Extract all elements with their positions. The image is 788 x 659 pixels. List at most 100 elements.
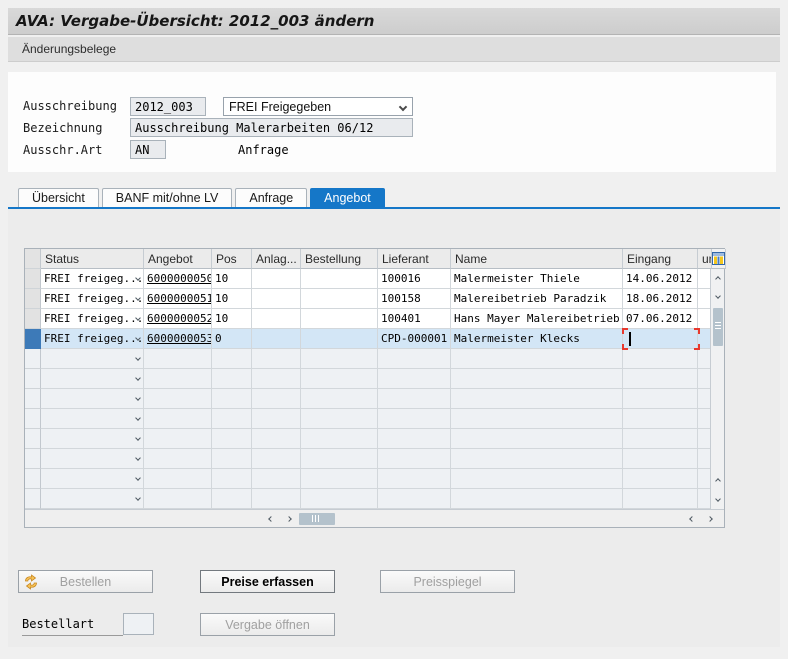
tab-strip: Übersicht BANF mit/ohne LV Anfrage Angeb…	[18, 188, 385, 207]
cell-status-dropdown[interactable]	[41, 489, 144, 509]
row-selector-selected[interactable]	[25, 329, 41, 349]
row-selector[interactable]	[25, 349, 41, 369]
cell-bestellung[interactable]	[301, 329, 378, 349]
scroll-up-button-bottom[interactable]	[711, 473, 725, 489]
cell-lieferant[interactable]: CPD-000001	[378, 329, 451, 349]
cell-angebot-link[interactable]: 6000000052	[144, 309, 212, 329]
bestellart-input[interactable]	[123, 613, 154, 635]
row-selector[interactable]	[25, 469, 41, 489]
vertical-scrollbar[interactable]	[710, 269, 724, 509]
row-selector[interactable]	[25, 489, 41, 509]
cell-eingang[interactable]: 14.06.2012	[623, 269, 698, 289]
cell-name[interactable]: Malereibetrieb Paradzik	[451, 289, 623, 309]
table-row: FREI freigeg... 6000000051 10 100158 Mal…	[25, 289, 724, 309]
header-lieferant[interactable]: Lieferant	[378, 249, 451, 269]
cell-angebot-link[interactable]: 6000000051	[144, 289, 212, 309]
header-bestellung[interactable]: Bestellung	[301, 249, 378, 269]
row-selector[interactable]	[25, 389, 41, 409]
row-selector[interactable]	[25, 309, 41, 329]
cell-status-dropdown[interactable]: FREI freigeg...	[41, 269, 144, 289]
preisspiegel-button[interactable]: Preisspiegel	[380, 570, 515, 593]
row-selector[interactable]	[25, 409, 41, 429]
bestellen-button[interactable]: Bestellen	[18, 570, 153, 593]
cell-status-dropdown[interactable]	[41, 409, 144, 429]
tab-uebersicht[interactable]: Übersicht	[18, 188, 99, 207]
cell-status-dropdown[interactable]	[41, 369, 144, 389]
horizontal-scrollbar[interactable]	[25, 509, 724, 527]
cell-status-dropdown[interactable]	[41, 429, 144, 449]
cell-anlage[interactable]	[252, 309, 301, 329]
cell-status-dropdown[interactable]	[41, 389, 144, 409]
scroll-left-button-far[interactable]	[684, 510, 700, 527]
cell-angebot-link[interactable]: 6000000053	[144, 329, 212, 349]
cell-angebot-link[interactable]: 6000000050	[144, 269, 212, 289]
cell-status-dropdown[interactable]	[41, 349, 144, 369]
cell-eingang[interactable]: 18.06.2012	[623, 289, 698, 309]
cell-pos[interactable]: 10	[212, 289, 252, 309]
vertical-scrollbar-thumb[interactable]	[713, 308, 723, 346]
cell-lieferant[interactable]: 100158	[378, 289, 451, 309]
header-status[interactable]: Status	[41, 249, 144, 269]
cell-pos[interactable]: 10	[212, 269, 252, 289]
header-name[interactable]: Name	[451, 249, 623, 269]
chevron-down-icon	[135, 495, 141, 501]
toolbar-item-aenderungsbelege[interactable]: Änderungsbelege	[16, 40, 122, 58]
cell-name[interactable]: Hans Mayer Malereibetrieb	[451, 309, 623, 329]
table-settings-button[interactable]	[712, 249, 726, 269]
status-dropdown[interactable]: FREI Freigegeben	[223, 97, 413, 116]
header-pos[interactable]: Pos	[212, 249, 252, 269]
vergabe-oeffnen-button[interactable]: Vergabe öffnen	[200, 613, 335, 636]
cell-anlage[interactable]	[252, 289, 301, 309]
cell-name[interactable]: Malermeister Thiele	[451, 269, 623, 289]
cell-bestellung[interactable]	[301, 269, 378, 289]
ausschr-art-field[interactable]: AN	[130, 140, 166, 159]
header-angebot[interactable]: Angebot	[144, 249, 212, 269]
row-selector[interactable]	[25, 429, 41, 449]
row-selector[interactable]	[25, 289, 41, 309]
scroll-right-button-far[interactable]	[702, 510, 718, 527]
header-un[interactable]: un	[698, 249, 712, 269]
cell-eingang-focused[interactable]	[623, 329, 698, 349]
scroll-right-button[interactable]	[281, 510, 297, 527]
bezeichnung-label: Bezeichnung	[23, 119, 102, 137]
chevron-down-icon	[135, 415, 141, 421]
row-selector[interactable]	[25, 269, 41, 289]
chevron-down-icon	[715, 293, 721, 299]
window-title-bar: AVA: Vergabe-Übersicht: 2012_003 ändern	[8, 8, 780, 35]
table-row-empty	[25, 369, 724, 389]
scroll-down-button[interactable]	[711, 288, 725, 304]
preise-erfassen-button[interactable]: Preise erfassen	[200, 570, 335, 593]
scroll-left-button[interactable]	[263, 510, 279, 527]
cell-anlage[interactable]	[252, 329, 301, 349]
table-row-empty	[25, 469, 724, 489]
chevron-down-icon	[135, 355, 141, 361]
horizontal-scrollbar-thumb[interactable]	[299, 513, 335, 525]
cell-status-dropdown[interactable]	[41, 449, 144, 469]
chevron-down-icon	[715, 496, 721, 502]
bezeichnung-field[interactable]: Ausschreibung Malerarbeiten 06/12	[130, 118, 413, 137]
tab-angebot[interactable]: Angebot	[310, 188, 385, 207]
tab-anfrage[interactable]: Anfrage	[235, 188, 307, 207]
cell-pos[interactable]: 10	[212, 309, 252, 329]
cell-status-dropdown[interactable]: FREI freigeg...	[41, 309, 144, 329]
row-selector[interactable]	[25, 449, 41, 469]
cell-bestellung[interactable]	[301, 309, 378, 329]
scroll-up-button[interactable]	[711, 271, 725, 287]
cell-lieferant[interactable]: 100016	[378, 269, 451, 289]
cell-name[interactable]: Malermeister Klecks	[451, 329, 623, 349]
scroll-down-button-bottom[interactable]	[711, 491, 725, 507]
header-eingang[interactable]: Eingang	[623, 249, 698, 269]
cell-pos[interactable]: 0	[212, 329, 252, 349]
table-row-empty	[25, 349, 724, 369]
ausschreibung-field[interactable]: 2012_003	[130, 97, 206, 116]
tab-banf-mit-ohne-lv[interactable]: BANF mit/ohne LV	[102, 188, 233, 207]
cell-eingang[interactable]: 07.06.2012	[623, 309, 698, 329]
cell-anlage[interactable]	[252, 269, 301, 289]
row-selector[interactable]	[25, 369, 41, 389]
cell-lieferant[interactable]: 100401	[378, 309, 451, 329]
cell-status-dropdown[interactable]	[41, 469, 144, 489]
header-anlage[interactable]: Anlag...	[252, 249, 301, 269]
cell-bestellung[interactable]	[301, 289, 378, 309]
cell-status-dropdown[interactable]: FREI freigeg...	[41, 329, 144, 349]
cell-status-dropdown[interactable]: FREI freigeg...	[41, 289, 144, 309]
